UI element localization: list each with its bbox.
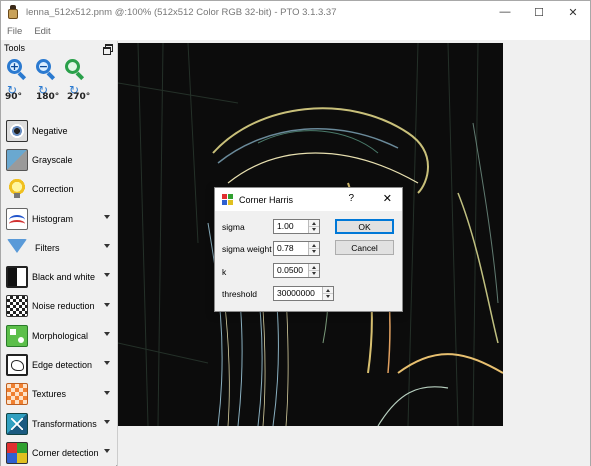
window-title: lenna_512x512.pnm @:100% (512x512 Color … (26, 6, 337, 18)
zoom-out-icon[interactable]: − (34, 57, 56, 81)
k-label: k (222, 267, 227, 277)
spin-up-icon[interactable] (309, 220, 319, 227)
corner-icon (6, 441, 28, 464)
spin-down-icon[interactable] (309, 271, 319, 277)
dropdown-arrow-icon[interactable] (104, 390, 110, 395)
spin-up-icon[interactable] (323, 287, 333, 294)
dropdown-arrow-icon[interactable] (104, 419, 110, 424)
spin-up-icon[interactable] (309, 264, 319, 271)
tool-list: Negative Grayscale Correction Histogram … (1, 116, 116, 466)
maximize-button[interactable]: ☐ (522, 1, 556, 23)
zoom-fit-icon[interactable] (63, 57, 85, 81)
tool-grayscale[interactable]: Grayscale (1, 145, 116, 174)
rotate-270-button[interactable]: ↻ 270° (67, 83, 91, 105)
tools-header: Tools (1, 41, 116, 55)
funnel-icon (7, 238, 27, 253)
dropdown-arrow-icon[interactable] (104, 332, 110, 337)
rotate-row: ↻ 90° ↻ 180° ↻ 270° (1, 81, 116, 107)
threshold-label: threshold (222, 289, 257, 299)
tool-black-and-white[interactable]: Black and white (1, 262, 116, 291)
menu-bar: File Edit (1, 23, 590, 40)
tool-edge-detection[interactable]: Edge detection (1, 350, 116, 379)
dropdown-arrow-icon[interactable] (104, 273, 110, 278)
close-button[interactable]: ✕ (556, 1, 590, 23)
app-window: lenna_512x512.pnm @:100% (512x512 Color … (0, 0, 591, 466)
texture-icon (6, 383, 28, 406)
yin-yang-icon (6, 266, 28, 289)
help-button[interactable]: ? (348, 193, 354, 204)
ok-button[interactable]: OK (335, 219, 394, 234)
transform-icon (6, 412, 28, 435)
dialog-title: Corner Harris (239, 194, 294, 205)
tool-filters[interactable]: Filters (1, 233, 116, 262)
sigma-label: sigma (222, 222, 245, 232)
grayscale-icon (6, 148, 28, 171)
menu-file[interactable]: File (7, 26, 22, 37)
sigma-weight-spinbox[interactable]: 0.78 (273, 241, 320, 256)
float-panel-icon[interactable] (103, 44, 113, 55)
dropdown-arrow-icon[interactable] (104, 244, 110, 249)
tool-morphological[interactable]: Morphological (1, 321, 116, 350)
minimize-button[interactable]: — (488, 1, 522, 23)
tool-transformations[interactable]: Transformations (1, 409, 116, 438)
sigma-spinbox[interactable]: 1.00 (273, 219, 320, 234)
cancel-button[interactable]: Cancel (335, 240, 394, 255)
tool-noise-reduction[interactable]: Noise reduction (1, 292, 116, 321)
tool-corner-detection[interactable]: Corner detection (1, 438, 116, 466)
threshold-spinbox[interactable]: 30000000 (273, 286, 334, 301)
title-bar: lenna_512x512.pnm @:100% (512x512 Color … (1, 1, 590, 23)
dropdown-arrow-icon[interactable] (104, 302, 110, 307)
window-controls: — ☐ ✕ (488, 1, 590, 23)
spin-down-icon[interactable] (309, 227, 319, 233)
tool-correction[interactable]: Correction (1, 175, 116, 204)
spin-down-icon[interactable] (309, 249, 319, 255)
app-icon (7, 5, 19, 19)
corner-icon (222, 194, 233, 205)
rotate-180-button[interactable]: ↻ 180° (36, 83, 60, 105)
tool-textures[interactable]: Textures (1, 380, 116, 409)
tool-histogram[interactable]: Histogram (1, 204, 116, 233)
spin-down-icon[interactable] (323, 294, 333, 300)
dialog-titlebar: Corner Harris ? ✕ (215, 188, 402, 211)
dropdown-arrow-icon[interactable] (104, 449, 110, 454)
lightbulb-icon (6, 178, 28, 201)
checkerboard-icon (6, 295, 28, 318)
corner-harris-dialog: Corner Harris ? ✕ sigma 1.00 sigma weigh… (214, 187, 403, 312)
tools-title: Tools (4, 43, 26, 53)
zoom-row: + − (1, 55, 116, 81)
k-spinbox[interactable]: 0.0500 (273, 263, 320, 278)
rotate-90-button[interactable]: ↻ 90° (5, 83, 29, 105)
menu-edit[interactable]: Edit (34, 26, 50, 37)
spin-up-icon[interactable] (309, 242, 319, 249)
dialog-close-button[interactable]: ✕ (383, 192, 392, 205)
eye-icon (6, 119, 28, 142)
tool-negative[interactable]: Negative (1, 116, 116, 145)
histogram-icon (6, 207, 28, 230)
dropdown-arrow-icon[interactable] (104, 361, 110, 366)
shapes-icon (6, 324, 28, 347)
sigma-weight-label: sigma weight (222, 244, 272, 254)
zoom-in-icon[interactable]: + (5, 57, 27, 81)
dropdown-arrow-icon[interactable] (104, 214, 110, 219)
edge-icon (6, 354, 28, 377)
tools-panel: Tools + − ↻ 90° ↻ 180° ↻ 270° Negative G… (1, 41, 116, 466)
